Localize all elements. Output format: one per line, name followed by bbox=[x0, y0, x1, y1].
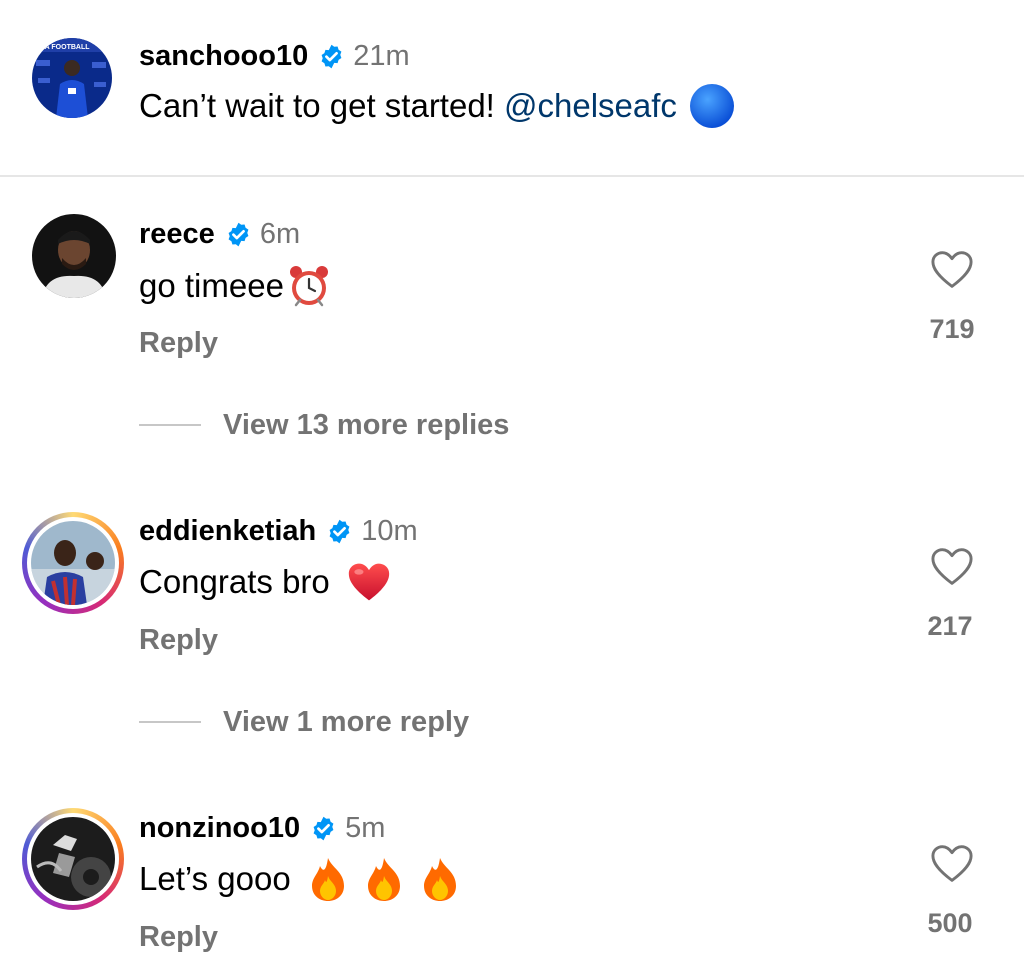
comment-text: Let’s gooo bbox=[139, 857, 460, 901]
thread-line bbox=[139, 424, 201, 426]
blue-circle-icon bbox=[689, 83, 735, 129]
avatar-ring-inner bbox=[27, 813, 119, 905]
comment-body: Congrats bro bbox=[139, 563, 339, 600]
like-count: 500 bbox=[927, 908, 973, 938]
comment-text: go timeee bbox=[139, 264, 332, 308]
comment-username[interactable]: nonzinoo10 bbox=[139, 812, 300, 845]
comment-time: 6m bbox=[259, 217, 301, 250]
fire-icon bbox=[420, 856, 460, 902]
user-avatar-icon bbox=[32, 214, 116, 298]
caption-avatar[interactable]: EA FOOTBALL bbox=[32, 38, 112, 118]
comment-body: go timeee bbox=[139, 267, 284, 304]
thread-line bbox=[139, 721, 201, 723]
heart-like-icon[interactable] bbox=[930, 250, 974, 290]
view-replies-label[interactable]: View 13 more replies bbox=[223, 409, 509, 442]
heart-like-icon[interactable] bbox=[930, 547, 974, 587]
comment-time: 5m bbox=[345, 811, 386, 844]
comment-avatar[interactable] bbox=[32, 214, 116, 298]
reply-button[interactable]: Reply bbox=[139, 327, 218, 360]
like-count: 719 bbox=[929, 314, 975, 344]
red-heart-icon bbox=[347, 561, 391, 603]
caption-header: sanchooo10 21m bbox=[139, 38, 410, 74]
comment-body: Let’s gooo bbox=[139, 860, 300, 897]
player-avatar-icon: EA FOOTBALL bbox=[32, 38, 112, 118]
verified-badge-icon bbox=[318, 43, 345, 70]
verified-badge-icon bbox=[225, 221, 252, 248]
view-replies-toggle[interactable]: View 1 more reply bbox=[139, 704, 469, 740]
comment-header: reece 6m bbox=[139, 216, 300, 252]
user-avatar-icon bbox=[31, 521, 115, 605]
verified-badge-icon bbox=[310, 815, 337, 842]
reply-button[interactable]: Reply bbox=[139, 921, 218, 954]
alarm-clock-icon bbox=[286, 263, 332, 309]
caption-body: Can’t wait to get started! bbox=[139, 87, 505, 124]
avatar-ring-inner bbox=[27, 517, 119, 609]
caption-text: Can’t wait to get started! @chelseafc bbox=[139, 84, 735, 128]
view-replies-label[interactable]: View 1 more reply bbox=[223, 706, 469, 739]
comment-text: Congrats bro bbox=[139, 560, 391, 604]
caption-mention[interactable]: @chelseafc bbox=[504, 87, 677, 125]
svg-text:EA FOOTBALL: EA FOOTBALL bbox=[40, 44, 90, 51]
verified-badge-icon bbox=[326, 518, 353, 545]
comment-avatar[interactable] bbox=[22, 808, 124, 910]
comment-avatar[interactable] bbox=[22, 512, 124, 614]
user-avatar-icon bbox=[31, 817, 115, 901]
caption-username[interactable]: sanchooo10 bbox=[139, 40, 308, 73]
comment-time: 10m bbox=[361, 514, 418, 547]
comment-username[interactable]: reece bbox=[139, 218, 215, 251]
like-count: 217 bbox=[927, 611, 973, 641]
comment-header: eddienketiah 10m bbox=[139, 513, 418, 549]
heart-like-icon[interactable] bbox=[930, 844, 974, 884]
fire-icon bbox=[364, 856, 404, 902]
comment-header: nonzinoo10 5m bbox=[139, 810, 385, 846]
caption-divider bbox=[0, 175, 1024, 177]
view-replies-toggle[interactable]: View 13 more replies bbox=[139, 407, 509, 443]
reply-button[interactable]: Reply bbox=[139, 624, 218, 657]
comment-username[interactable]: eddienketiah bbox=[139, 515, 316, 548]
fire-icon bbox=[308, 856, 348, 902]
caption-time: 21m bbox=[353, 39, 410, 72]
